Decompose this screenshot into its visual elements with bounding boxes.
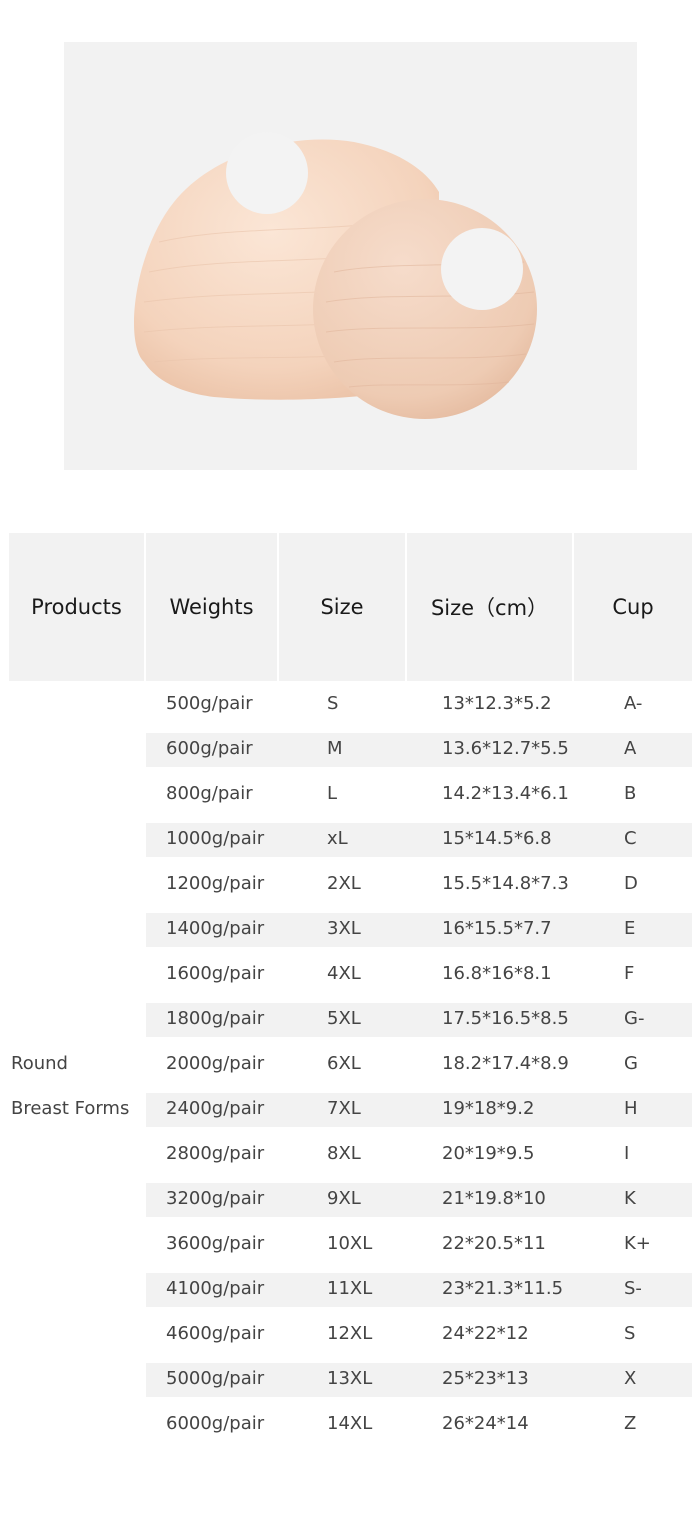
- weight-cell: 1400g/pair: [166, 918, 265, 939]
- weight-cell: 2400g/pair: [166, 1098, 265, 1119]
- weight-cell: 500g/pair: [166, 693, 253, 714]
- cup-cell: A: [624, 738, 637, 759]
- weight-cell: 2800g/pair: [166, 1143, 265, 1164]
- table-row: 1000g/pair xL 15*14.5*6.8 C: [9, 816, 692, 861]
- weight-cell: 5000g/pair: [166, 1368, 265, 1389]
- size-cell: 11XL: [327, 1278, 373, 1299]
- table-body: Round Breast Forms 500g/pair S 13*12.3*5.2…: [9, 681, 692, 1446]
- cup-cell: S: [624, 1323, 636, 1344]
- weight-cell: 1000g/pair: [166, 828, 265, 849]
- header-weights: Weights: [146, 533, 277, 681]
- size-cm-cell: 16.8*16*8.1: [442, 963, 552, 984]
- size-cm-cell: 13*12.3*5.2: [442, 693, 552, 714]
- size-cm-cell: 21*19.8*10: [442, 1188, 546, 1209]
- header-products: Products: [9, 533, 144, 681]
- size-cm-cell: 19*18*9.2: [442, 1098, 535, 1119]
- size-cm-cell: 26*24*14: [442, 1413, 529, 1434]
- size-cell: M: [327, 738, 343, 759]
- size-cm-cell: 14.2*13.4*6.1: [442, 783, 569, 804]
- cup-cell: I: [624, 1143, 630, 1164]
- table-row: 1200g/pair 2XL 15.5*14.8*7.3 D: [9, 861, 692, 906]
- table-row: 6000g/pair 14XL 26*24*14 Z: [9, 1401, 692, 1446]
- header-size-cm: Size（cm）: [407, 533, 572, 681]
- size-cm-cell: 22*20.5*11: [442, 1233, 546, 1254]
- size-cm-cell: 18.2*17.4*8.9: [442, 1053, 569, 1074]
- weight-cell: 600g/pair: [166, 738, 253, 759]
- size-cm-cell: 23*21.3*11.5: [442, 1278, 564, 1299]
- table-row: 1600g/pair 4XL 16.8*16*8.1 F: [9, 951, 692, 996]
- size-cell: 9XL: [327, 1188, 361, 1209]
- size-cell: 14XL: [327, 1413, 373, 1434]
- size-cm-cell: 24*22*12: [442, 1323, 529, 1344]
- size-cell: 3XL: [327, 918, 361, 939]
- cup-cell: E: [624, 918, 636, 939]
- weight-cell: 4100g/pair: [166, 1278, 265, 1299]
- cup-cell: K: [624, 1188, 636, 1209]
- breast-forms-illustration: [134, 132, 537, 419]
- size-cell: L: [327, 783, 338, 804]
- size-cm-cell: 15.5*14.8*7.3: [442, 873, 569, 894]
- table-row: 4100g/pair 11XL 23*21.3*11.5 S-: [9, 1266, 692, 1311]
- table-row: 600g/pair M 13.6*12.7*5.5 A: [9, 726, 692, 771]
- cup-cell: D: [624, 873, 638, 894]
- table-row: 4600g/pair 12XL 24*22*12 S: [9, 1311, 692, 1356]
- cup-cell: S-: [624, 1278, 642, 1299]
- cup-cell: G: [624, 1053, 638, 1074]
- product-image: [64, 42, 637, 470]
- weight-cell: 2000g/pair: [166, 1053, 265, 1074]
- size-cell: 2XL: [327, 873, 361, 894]
- cup-cell: Z: [624, 1413, 637, 1434]
- table-row: 1800g/pair 5XL 17.5*16.5*8.5 G-: [9, 996, 692, 1041]
- header-size: Size: [279, 533, 405, 681]
- size-cell: 6XL: [327, 1053, 361, 1074]
- cup-cell: F: [624, 963, 635, 984]
- cup-cell: H: [624, 1098, 638, 1119]
- size-cm-cell: 20*19*9.5: [442, 1143, 535, 1164]
- table-row: 1400g/pair 3XL 16*15.5*7.7 E: [9, 906, 692, 951]
- table-row: 500g/pair S 13*12.3*5.2 A-: [9, 681, 692, 726]
- size-cm-cell: 17.5*16.5*8.5: [442, 1008, 569, 1029]
- table-row: 2000g/pair 6XL 18.2*17.4*8.9 G: [9, 1041, 692, 1086]
- size-cell: 13XL: [327, 1368, 373, 1389]
- table-row: 3200g/pair 9XL 21*19.8*10 K: [9, 1176, 692, 1221]
- size-cell: xL: [327, 828, 348, 849]
- weight-cell: 1800g/pair: [166, 1008, 265, 1029]
- table-row: 5000g/pair 13XL 25*23*13 X: [9, 1356, 692, 1401]
- cup-cell: C: [624, 828, 637, 849]
- size-chart-table: Products Weights Size Size（cm） Cup Round…: [9, 533, 692, 1446]
- cup-cell: B: [624, 783, 637, 804]
- weight-cell: 3600g/pair: [166, 1233, 265, 1254]
- header-cup: Cup: [574, 533, 692, 681]
- nipple-cover-right: [441, 228, 523, 310]
- weight-cell: 6000g/pair: [166, 1413, 265, 1434]
- weight-cell: 1600g/pair: [166, 963, 265, 984]
- size-cell: 12XL: [327, 1323, 373, 1344]
- cup-cell: A-: [624, 693, 643, 714]
- table-row: 2800g/pair 8XL 20*19*9.5 I: [9, 1131, 692, 1176]
- size-cm-cell: 13.6*12.7*5.5: [442, 738, 569, 759]
- size-cell: S: [327, 693, 339, 714]
- cup-cell: G-: [624, 1008, 645, 1029]
- weight-cell: 4600g/pair: [166, 1323, 265, 1344]
- weight-cell: 1200g/pair: [166, 873, 265, 894]
- size-cm-cell: 15*14.5*6.8: [442, 828, 552, 849]
- size-cell: 5XL: [327, 1008, 361, 1029]
- size-cm-cell: 16*15.5*7.7: [442, 918, 552, 939]
- cup-cell: K+: [624, 1233, 651, 1254]
- product-line-label: Round: [11, 1053, 68, 1074]
- size-cell: 10XL: [327, 1233, 373, 1254]
- nipple-cover-left: [226, 132, 308, 214]
- weight-cell: 3200g/pair: [166, 1188, 265, 1209]
- weight-cell: 800g/pair: [166, 783, 253, 804]
- product-line-label: Breast Forms: [11, 1098, 130, 1119]
- size-cm-cell: 25*23*13: [442, 1368, 529, 1389]
- size-cell: 8XL: [327, 1143, 361, 1164]
- cup-cell: X: [624, 1368, 637, 1389]
- size-cell: 7XL: [327, 1098, 361, 1119]
- size-cell: 4XL: [327, 963, 361, 984]
- table-row: 3600g/pair 10XL 22*20.5*11 K+: [9, 1221, 692, 1266]
- table-row: 800g/pair L 14.2*13.4*6.1 B: [9, 771, 692, 816]
- table-header: Products Weights Size Size（cm） Cup: [9, 533, 692, 681]
